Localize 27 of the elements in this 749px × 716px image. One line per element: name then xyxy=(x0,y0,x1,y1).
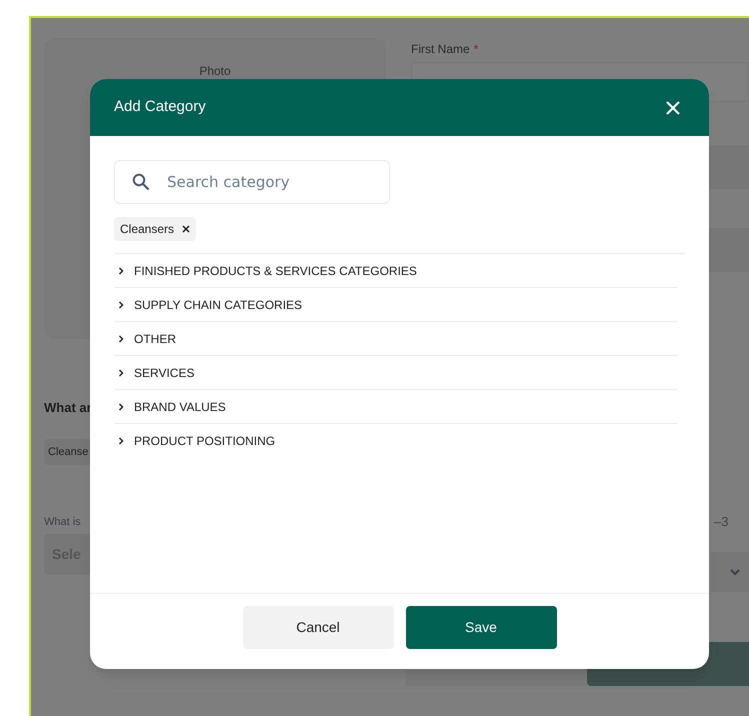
search-field[interactable]: Search category xyxy=(114,160,390,204)
category-row[interactable]: OTHER xyxy=(114,322,678,356)
tag-label: Cleansers xyxy=(120,221,174,238)
field-label: First Name xyxy=(411,41,470,58)
photo-label: Photo xyxy=(199,64,231,78)
chevron-right-icon xyxy=(118,266,124,274)
search-icon xyxy=(132,173,150,191)
dialog-title: Add Category xyxy=(114,97,206,118)
chevron-right-icon xyxy=(118,437,124,445)
chevron-down-icon xyxy=(729,568,741,576)
required-mark: * xyxy=(474,41,478,58)
close-icon[interactable] xyxy=(665,100,681,116)
chevron-right-icon xyxy=(118,402,124,410)
question-label: What is xyxy=(44,515,81,530)
category-row[interactable]: FINISHED PRODUCTS & SERVICES CATEGORIES xyxy=(114,254,678,288)
chevron-right-icon xyxy=(118,300,124,308)
category-row[interactable]: PRODUCT POSITIONING xyxy=(114,424,678,458)
question-label: –3 xyxy=(714,513,728,531)
category-row[interactable]: BRAND VALUES xyxy=(114,390,678,424)
chevron-right-icon xyxy=(118,334,124,342)
cancel-button[interactable]: Cancel xyxy=(242,606,394,649)
remove-icon[interactable] xyxy=(182,225,190,233)
category-row[interactable]: SUPPLY CHAIN CATEGORIES xyxy=(114,288,678,322)
select-field[interactable] xyxy=(711,552,749,592)
save-button[interactable]: Save xyxy=(406,606,556,649)
category-row[interactable]: SERVICES xyxy=(114,356,678,390)
chevron-right-icon xyxy=(118,368,124,376)
